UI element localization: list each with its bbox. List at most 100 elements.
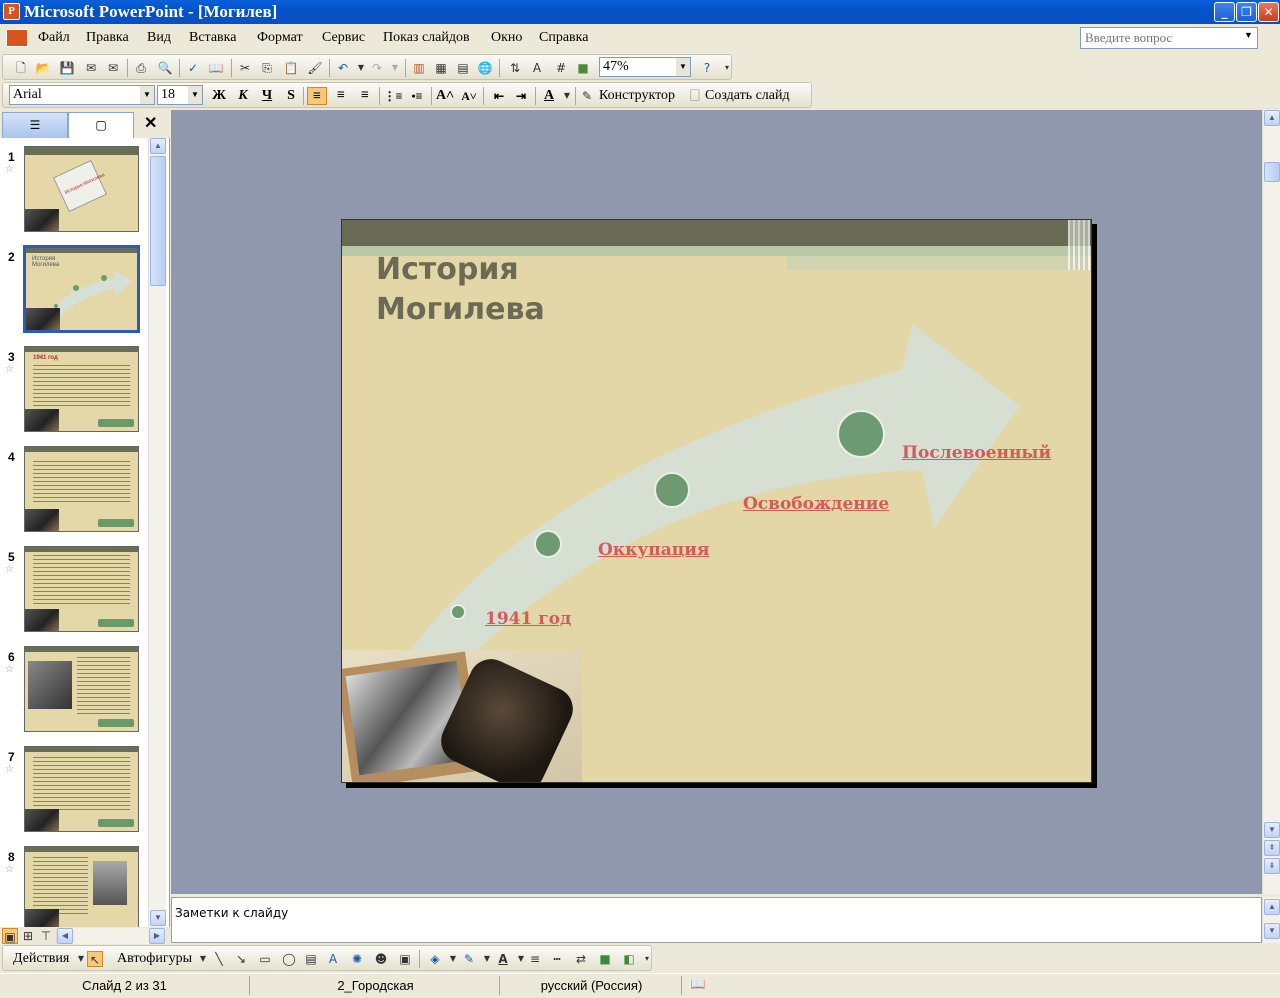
slide-thumbnail[interactable] — [24, 446, 139, 532]
redo-dropdown-icon[interactable]: ▼ — [387, 60, 403, 76]
ask-dropdown-icon[interactable]: ▼ — [1244, 30, 1253, 40]
font-dropdown-icon[interactable]: ▼ — [140, 86, 154, 104]
font-color-button[interactable]: A — [539, 87, 559, 105]
slideshow-view-icon[interactable]: ⊤ — [38, 928, 54, 944]
thumbnail-scrollbar[interactable]: ▲ ▼ — [148, 138, 166, 928]
close-panel-icon[interactable]: ✕ — [144, 113, 157, 133]
thumbnail-row[interactable]: 4 — [0, 438, 148, 538]
link-liberation[interactable]: Освобождение — [743, 494, 889, 514]
bullets-button[interactable]: •≡ — [407, 87, 427, 105]
insert-chart-icon[interactable]: ▥ — [411, 60, 427, 76]
actions-menu[interactable]: Действия — [13, 951, 69, 967]
increase-font-button[interactable]: A˄ — [435, 87, 455, 105]
italic-button[interactable]: К — [233, 87, 253, 105]
designer-button[interactable]: Конструктор — [599, 88, 675, 104]
scroll-up-icon[interactable]: ▲ — [1264, 899, 1280, 915]
picture-icon[interactable]: ▣ — [397, 951, 413, 967]
thumbnail-row[interactable]: 7 ☆ — [0, 738, 148, 838]
expand-all-icon[interactable]: ⇅ — [507, 60, 523, 76]
font-size-dropdown-icon[interactable]: ▼ — [188, 86, 202, 104]
insert-table-icon[interactable]: ▦ — [433, 60, 449, 76]
thumbnail-row[interactable]: 6 ☆ — [0, 638, 148, 738]
oval-icon[interactable]: ◯ — [281, 951, 297, 967]
menu-slideshow[interactable]: Показ слайдов — [383, 30, 470, 46]
dash-style-icon[interactable]: ┅ — [549, 951, 565, 967]
new-slide-button[interactable]: Создать слайд — [705, 88, 790, 104]
normal-view-icon[interactable]: ▣ — [2, 928, 18, 944]
fill-color-icon[interactable]: ◈ — [427, 951, 443, 967]
cut-icon[interactable]: ✂ — [237, 60, 253, 76]
paste-icon[interactable]: 📋 — [283, 60, 299, 76]
zoom-dropdown-icon[interactable]: ▼ — [676, 58, 690, 76]
tables-borders-icon[interactable]: ▤ — [455, 60, 471, 76]
notes-scrollbar[interactable]: ▲ ▼ — [1262, 897, 1280, 943]
line-color-dropdown-icon[interactable]: ▼ — [479, 951, 495, 967]
show-grid-icon[interactable]: # — [553, 60, 569, 76]
undo-dropdown-icon[interactable]: ▼ — [353, 60, 369, 76]
decrease-indent-button[interactable]: ⇤ — [489, 87, 509, 105]
menu-format[interactable]: Формат — [257, 30, 303, 46]
scroll-thumb[interactable] — [1264, 162, 1280, 182]
thumbnail-row[interactable]: 2 История Могилева — [0, 238, 148, 338]
align-center-button[interactable]: ≡ — [331, 87, 351, 105]
thumbnail-row[interactable]: 1 ☆ История Могилева — [0, 138, 148, 238]
tab-outline[interactable]: ☰ — [2, 112, 68, 138]
thumbnail-row[interactable]: 3 ☆ 1941 год — [0, 338, 148, 438]
scroll-down-icon[interactable]: ▼ — [150, 910, 166, 926]
slide-thumbnail[interactable] — [24, 746, 139, 832]
ask-question-input[interactable]: Введите вопрос — [1080, 27, 1258, 49]
menu-edit[interactable]: Правка — [86, 30, 129, 46]
menu-view[interactable]: Вид — [147, 30, 171, 46]
line-icon[interactable]: ╲ — [211, 951, 227, 967]
shadow-style-icon[interactable]: ■ — [597, 951, 613, 967]
autoshapes-dropdown-icon[interactable]: ▼ — [195, 951, 211, 967]
color-grayscale-icon[interactable]: ■ — [575, 60, 591, 76]
scroll-up-icon[interactable]: ▲ — [150, 138, 166, 154]
wordart-icon[interactable]: A — [325, 951, 341, 967]
print-icon[interactable]: ⎙ — [133, 60, 149, 76]
research-icon[interactable]: 📖 — [208, 60, 224, 76]
line-style-icon[interactable]: ≡ — [527, 951, 543, 967]
scroll-thumb[interactable] — [150, 156, 166, 286]
notes-pane[interactable]: Заметки к слайду — [171, 897, 1262, 943]
help-icon[interactable]: ? — [699, 60, 715, 76]
arrow-icon[interactable]: ↘ — [233, 951, 249, 967]
link-postwar[interactable]: Послевоенный — [902, 443, 1051, 463]
slide-canvas[interactable]: История Могилева 1941 год Оккупация Осво… — [341, 219, 1092, 783]
new-icon[interactable]: 🗋 — [13, 60, 29, 76]
align-right-button[interactable]: ≡ — [355, 87, 375, 105]
scroll-up-icon[interactable]: ▲ — [1264, 110, 1280, 126]
font-color-draw-icon[interactable]: A — [495, 951, 511, 967]
undo-icon[interactable]: ↶ — [335, 60, 351, 76]
fill-color-dropdown-icon[interactable]: ▼ — [445, 951, 461, 967]
copy-icon[interactable]: ⎘ — [259, 60, 275, 76]
menu-window[interactable]: Окно — [491, 30, 522, 46]
thumbnail-row[interactable]: 8 ☆ — [0, 838, 148, 928]
font-size-select[interactable]: 18 ▼ — [157, 85, 203, 105]
spelling-icon[interactable]: ✓ — [185, 60, 201, 76]
save-icon[interactable]: 💾 — [59, 60, 75, 76]
decrease-font-button[interactable]: A˅ — [459, 87, 479, 105]
zoom-select[interactable]: 47% ▼ — [599, 57, 691, 77]
link-1941[interactable]: 1941 год — [485, 609, 571, 629]
open-icon[interactable]: 📂 — [35, 60, 51, 76]
bold-button[interactable]: Ж — [209, 87, 229, 105]
panel-hscrollbar[interactable]: ◀ ▶ — [56, 928, 166, 944]
increase-indent-button[interactable]: ⇥ — [511, 87, 531, 105]
print-preview-icon[interactable]: 🔍 — [157, 60, 173, 76]
underline-button[interactable]: Ч — [257, 87, 277, 105]
slide-thumbnail-selected[interactable]: История Могилева — [23, 245, 140, 333]
permission-icon[interactable]: ✉ — [83, 60, 99, 76]
clipart-icon[interactable]: ☻ — [373, 951, 389, 967]
document-icon[interactable] — [6, 29, 28, 47]
email-icon[interactable]: ✉ — [105, 60, 121, 76]
minimize-button[interactable]: _ — [1214, 2, 1235, 22]
redo-icon[interactable]: ↷ — [369, 60, 385, 76]
slide-thumbnail[interactable]: 1941 год — [24, 346, 139, 432]
diagram-icon[interactable]: ✺ — [349, 951, 365, 967]
scroll-right-icon[interactable]: ▶ — [149, 928, 165, 944]
maximize-button[interactable]: ❐ — [1236, 2, 1257, 22]
scroll-down-icon[interactable]: ▼ — [1264, 822, 1280, 838]
scroll-down-icon[interactable]: ▼ — [1264, 923, 1280, 939]
autoshapes-menu[interactable]: Автофигуры — [117, 951, 192, 967]
